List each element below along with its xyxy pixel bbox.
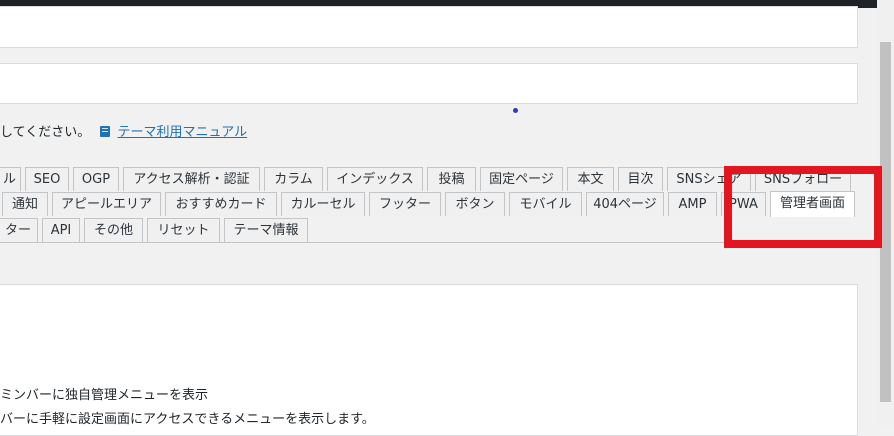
tab-notification[interactable]: 通知	[2, 192, 48, 216]
tab-footer[interactable]: フッター	[369, 192, 441, 216]
settings-description: してください。 テーマ利用マニュアル	[0, 121, 247, 140]
tab-appeal-area[interactable]: アピールエリア	[52, 192, 161, 216]
book-icon	[100, 126, 111, 137]
tab-partial-ru[interactable]: ル	[0, 167, 21, 191]
tab-other[interactable]: その他	[84, 218, 143, 242]
tab-button[interactable]: ボタン	[445, 192, 505, 216]
tab-reset[interactable]: リセット	[147, 218, 220, 242]
cursor-dot	[513, 108, 518, 113]
tab-access-analysis[interactable]: アクセス解析・認証	[123, 167, 260, 191]
tab-column[interactable]: カラム	[264, 167, 323, 191]
tab-post[interactable]: 投稿	[427, 167, 476, 191]
input-box-2[interactable]	[0, 63, 858, 104]
description-text: してください。	[0, 125, 91, 140]
tab-recommend-card[interactable]: おすすめカード	[165, 192, 277, 216]
input-box-1[interactable]	[0, 6, 858, 48]
admin-menu-option-description: バーに手軽に設定画面にアクセスできるメニューを表示します。	[0, 412, 375, 427]
tab-amp[interactable]: AMP	[668, 192, 717, 216]
tab-fixed-page[interactable]: 固定ページ	[480, 167, 563, 191]
tab-carousel[interactable]: カルーセル	[281, 192, 365, 216]
manual-link[interactable]: テーマ利用マニュアル	[118, 125, 248, 140]
highlight-box	[724, 166, 882, 248]
tab-ogp[interactable]: OGP	[73, 167, 119, 191]
tab-theme-info[interactable]: テーマ情報	[224, 218, 308, 242]
tab-toc[interactable]: 目次	[618, 167, 663, 191]
tab-seo[interactable]: SEO	[25, 167, 69, 191]
tab-api[interactable]: API	[42, 218, 80, 242]
tab-body[interactable]: 本文	[567, 167, 614, 191]
tab-404-page[interactable]: 404ページ	[586, 192, 664, 216]
tab-mobile[interactable]: モバイル	[509, 192, 582, 216]
tab-index[interactable]: インデックス	[327, 167, 423, 191]
tab-partial-ta[interactable]: ター	[0, 218, 38, 242]
admin-menu-option-label[interactable]: ミンバーに独自管理メニューを表示	[0, 384, 208, 403]
